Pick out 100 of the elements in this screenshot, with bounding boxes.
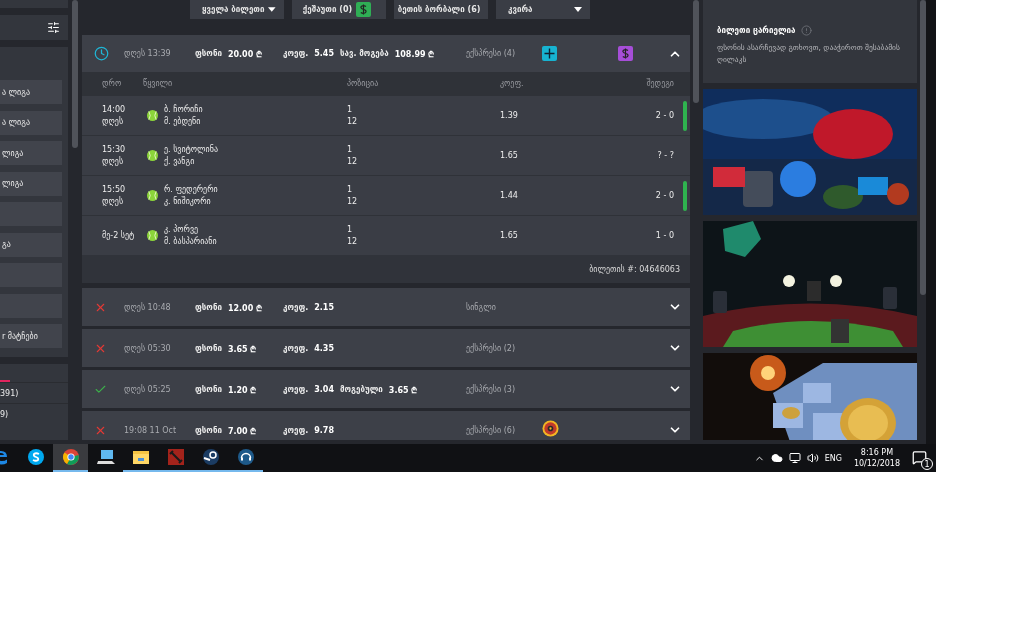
scrollbar-thumb[interactable] (693, 0, 699, 103)
list-item[interactable]: 9) (0, 403, 68, 424)
stake-value: 12.00 ₾ (227, 302, 263, 313)
ticket-header[interactable]: დღეს 10:48 ფსონი 12.00 ₾ კოეფ. 2.15 სინგლი (82, 288, 690, 326)
odds-value: 3.04 (314, 384, 334, 394)
stake-value: 20.00 ₾ (227, 49, 263, 59)
team-name: მ. ბასპარიანი (164, 237, 217, 246)
ticket-type: ექსპრესი (6) (466, 425, 517, 435)
column-header: პოზიცია (347, 79, 380, 88)
ticket-header[interactable]: 19:08 11 Oct ფსონი 7.00 ₾ კოეფ. 9.78 ექსპრესი (6) (82, 411, 690, 440)
ticket-date: დღეს 05:25 (124, 384, 172, 394)
list-item[interactable]: 391) (0, 382, 68, 403)
ticket-header[interactable]: დღეს 13:39 ფსონი 20.00 ₾ კოეფ. 5.45 სავ. მოგება 108.99 ₾ ექსპრესი (4) (82, 35, 690, 72)
payout-value: 3.65 ₾ (388, 384, 418, 395)
market: 12 (347, 117, 359, 126)
scrollbar-thumb[interactable] (72, 0, 78, 148)
league-item[interactable]: r მატჩები (0, 324, 62, 348)
stake-value: 1.20 ₾ (227, 384, 257, 395)
ticket-date: დღეს 10:48 (124, 302, 172, 312)
stake-label: ფსონი (195, 49, 222, 58)
odds-label: კოეფ. (283, 384, 309, 394)
ticket-header[interactable]: დღეს 05:30 ფსონი 3.65 ₾ კოეფ. 4.35 ექსპრესი (2) (82, 329, 690, 367)
pick: 1 (347, 225, 354, 234)
filter-settings-icon[interactable] (47, 21, 60, 34)
column-header: წყვილი (143, 79, 174, 88)
odds-label: კოეფ. (283, 425, 309, 435)
column-header: შედეგი (645, 79, 674, 88)
cashout-icon[interactable] (356, 2, 372, 17)
tab-indicator (0, 380, 10, 382)
ticket-date: 19:08 11 Oct (124, 425, 178, 435)
notification-count: 1 (921, 458, 933, 470)
pick: 1 (347, 185, 354, 194)
ticket-date: დღეს 13:39 (124, 49, 172, 58)
league-item[interactable]: ლიგა (0, 171, 62, 196)
odds-value: 2.15 (314, 302, 334, 312)
market: 12 (347, 237, 359, 246)
pick: 1 (347, 145, 354, 154)
match-odds: 1.39 (500, 111, 519, 120)
ticket-header[interactable]: დღეს 05:25 ფსონი 1.20 ₾ კოეფ. 3.04 მოგებული 3.65 ₾ ექსპრესი (3) (82, 370, 690, 408)
odds-label: კოეფ. (283, 49, 309, 58)
scrollbar-thumb[interactable] (920, 0, 926, 295)
league-item[interactable]: ა ლიგა (0, 80, 62, 104)
clock-date[interactable]: 10/12/2018 (853, 459, 900, 468)
filter-button[interactable]: ბეთის ბორბალი (6) (394, 0, 488, 19)
column-header: კოეფ. (500, 79, 525, 88)
match-time: მე-2 სეტ (102, 231, 136, 240)
caret-icon (574, 7, 582, 12)
cloud-icon[interactable] (770, 452, 783, 464)
filter-dropdown[interactable]: ყველა ბილეთი (190, 0, 284, 19)
team-name: რ. ფედერერი (164, 185, 218, 194)
column-header: დრო (102, 79, 123, 88)
ticket-type: ექსპრესი (2) (466, 343, 517, 353)
match-odds: 1.65 (500, 151, 519, 160)
team-name: მ. ებდენი (164, 117, 202, 126)
match-time: 14:00 (102, 105, 127, 114)
payout-label: მოგებული (340, 384, 383, 394)
match-day: დღეს (102, 157, 143, 166)
odds-value: 9.78 (314, 425, 334, 435)
network-icon[interactable] (788, 452, 801, 464)
ticket-type: ექსპრესი (3) (466, 384, 517, 394)
add-button[interactable] (542, 46, 557, 61)
match-result: 2 - 0 (654, 111, 674, 120)
roulette-wheel-icon (542, 419, 559, 437)
odds-value: 5.45 (314, 49, 334, 58)
stake-label: ფსონი (195, 425, 222, 435)
match-time: 15:30 (102, 145, 127, 154)
odds-value: 4.35 (314, 343, 334, 353)
volume-icon[interactable] (806, 452, 819, 464)
market: 12 (347, 157, 359, 166)
match-odds: 1.65 (500, 231, 519, 240)
league-item[interactable]: ა ლიგა (0, 110, 62, 135)
cashout-button[interactable] (618, 46, 633, 61)
team-name: ქ. ვანგი (164, 157, 196, 166)
market: 12 (347, 197, 359, 206)
language-indicator[interactable]: ENG (824, 453, 842, 463)
betslip-title: ბილეთი ცარიელია (717, 26, 796, 35)
payout-label: სავ. მოგება (340, 49, 389, 58)
match-day: დღეს (102, 117, 143, 126)
match-result: 1 - 0 (654, 231, 674, 240)
ticket-date: დღეს 05:30 (124, 343, 172, 353)
stake-label: ფსონი (195, 384, 222, 394)
stake-value: 3.65 ₾ (227, 343, 257, 354)
tennis-ball-icon (147, 190, 158, 201)
ticket-type: სინგლი (466, 302, 497, 312)
caret-icon (268, 7, 276, 12)
stake-value: 7.00 ₾ (227, 425, 257, 436)
odds-label: კოეფ. (283, 343, 309, 353)
tennis-ball-icon (147, 230, 158, 241)
league-item[interactable]: გა (0, 232, 62, 257)
match-odds: 1.44 (500, 191, 519, 200)
match-result: ? - ? (656, 151, 674, 160)
tennis-ball-icon (147, 110, 158, 121)
ticket-number: ბილეთის #: 04646063 (589, 264, 680, 274)
filter-dropdown[interactable]: კვირა (496, 0, 590, 19)
clock-time[interactable]: 8:16 PM (860, 448, 894, 457)
league-item[interactable]: ლიგა (0, 141, 62, 165)
team-name: კ. ნიშიკორი (164, 197, 212, 206)
filter-button[interactable]: ქეშაუთი (0) (292, 0, 386, 19)
stake-label: ფსონი (195, 302, 222, 312)
team-name: ე. სვიტოლინა (164, 145, 218, 154)
